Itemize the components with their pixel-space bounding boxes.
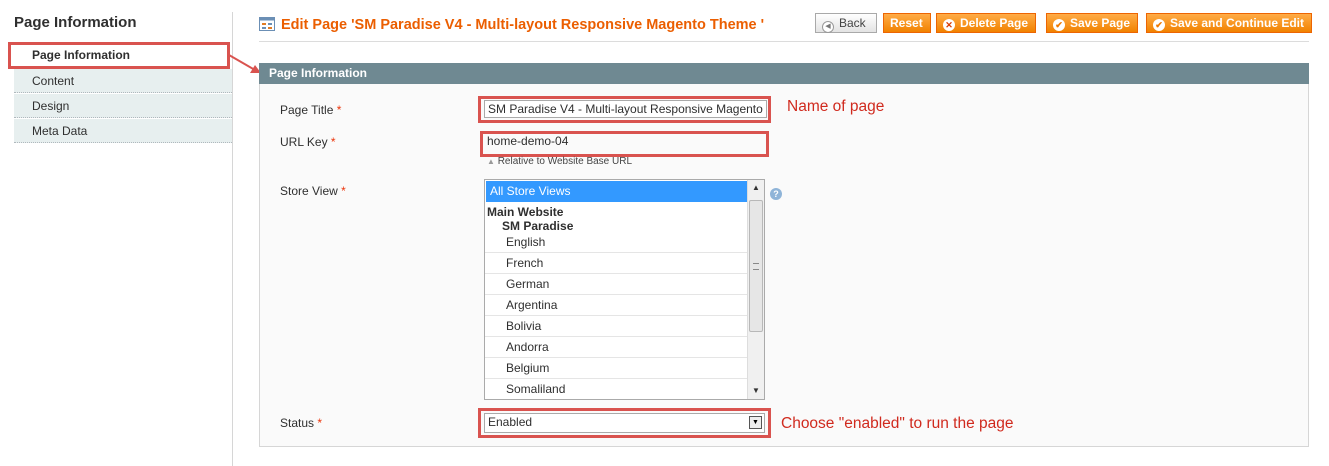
- hint-arrow-icon: ▲: [487, 157, 495, 166]
- tab-highlight-box: [8, 42, 230, 69]
- header-divider: [259, 41, 1309, 42]
- sidebar-title: Page Information: [14, 14, 137, 31]
- sidebar-divider: [232, 12, 233, 466]
- reset-button[interactable]: Reset: [883, 13, 931, 33]
- url-key-highlight: [480, 131, 769, 157]
- save-continue-button[interactable]: ✔ Save and Continue Edit: [1146, 13, 1313, 33]
- help-icon[interactable]: ?: [770, 188, 782, 200]
- tab-label: Content: [32, 74, 75, 88]
- check-icon: ✔: [1153, 19, 1165, 31]
- store-view-label: Store View *: [280, 184, 346, 198]
- save-label: Save Page: [1070, 16, 1131, 30]
- store-subgroup: SM Paradise: [502, 219, 574, 233]
- store-option[interactable]: Bolivia: [485, 316, 748, 337]
- tab-design[interactable]: Design: [14, 94, 232, 118]
- save-page-button[interactable]: ✔ Save Page: [1046, 13, 1139, 33]
- page-title: Edit Page 'SM Paradise V4 - Multi-layout…: [281, 17, 765, 33]
- annotation-choose-enabled: Choose "enabled" to run the page: [781, 415, 1014, 432]
- back-label: Back: [839, 16, 866, 30]
- page-edit-icon: [259, 17, 275, 31]
- tab-content[interactable]: Content: [14, 69, 232, 93]
- store-list-scrollbar[interactable]: ▲ ▼: [747, 180, 764, 399]
- save-continue-label: Save and Continue Edit: [1170, 16, 1305, 30]
- url-key-hint: ▲ Relative to Website Base URL: [487, 156, 633, 167]
- section-header: Page Information: [259, 63, 1309, 84]
- store-option-all[interactable]: All Store Views: [486, 181, 749, 202]
- delete-icon: ✕: [943, 19, 955, 31]
- store-option[interactable]: Belgium: [485, 358, 748, 379]
- tab-label: Design: [32, 99, 70, 113]
- status-label: Status *: [280, 416, 323, 430]
- tab-meta-data[interactable]: Meta Data: [14, 119, 232, 143]
- store-group-main-website: Main Website: [487, 205, 564, 219]
- back-arrow-icon: ◀: [822, 21, 834, 33]
- reset-label: Reset: [890, 16, 923, 30]
- store-option[interactable]: Argentina: [485, 295, 748, 316]
- scroll-up-icon[interactable]: ▲: [748, 180, 764, 196]
- delete-label: Delete Page: [960, 16, 1029, 30]
- store-option[interactable]: English: [485, 232, 748, 253]
- url-key-label: URL Key *: [280, 135, 336, 149]
- store-option[interactable]: French: [485, 253, 748, 274]
- delete-page-button[interactable]: ✕ Delete Page: [936, 13, 1037, 33]
- status-highlight: [478, 408, 771, 438]
- page-title-label: Page Title *: [280, 103, 342, 117]
- scroll-thumb[interactable]: [749, 200, 763, 332]
- scroll-down-icon[interactable]: ▼: [748, 383, 764, 399]
- check-icon: ✔: [1053, 19, 1065, 31]
- store-option[interactable]: Somaliland: [485, 379, 748, 399]
- page-title-highlight: [478, 96, 771, 123]
- tab-label: Meta Data: [32, 124, 88, 138]
- store-option[interactable]: Andorra: [485, 337, 748, 358]
- section-body: [259, 84, 1309, 447]
- store-view-multiselect[interactable]: All Store Views Main Website SM Paradise…: [484, 179, 765, 400]
- store-option[interactable]: German: [485, 274, 748, 295]
- annotation-name-of-page: Name of page: [787, 98, 885, 115]
- back-button[interactable]: ◀ Back: [815, 13, 877, 33]
